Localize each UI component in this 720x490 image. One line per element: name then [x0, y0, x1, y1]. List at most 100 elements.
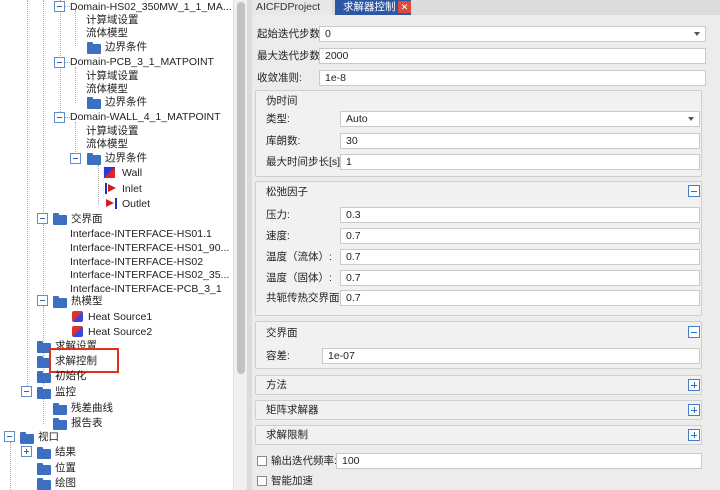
tree-item-interface-3[interactable]: Interface-INTERFACE-HS02 — [70, 255, 203, 269]
velocity-label: 速度: — [266, 230, 290, 242]
max-iter-label: 最大迭代步数: — [257, 50, 323, 62]
collapse-toggle-domain-pcb[interactable] — [54, 57, 65, 68]
tree-item-domain-wall[interactable]: Domain-WALL_4_1_MATPOINT — [70, 110, 221, 124]
tree-item-plot[interactable]: 绘图 — [55, 476, 76, 490]
max-iter-input[interactable]: 2000 — [319, 48, 706, 64]
velocity-input[interactable]: 0.7 — [340, 228, 700, 244]
max-step-input[interactable]: 1 — [340, 154, 700, 170]
expand-solve-limits-icon[interactable] — [688, 429, 700, 441]
collapse-toggle-domain-wall[interactable] — [54, 112, 65, 123]
pressure-input[interactable]: 0.3 — [340, 207, 700, 223]
project-tree: Domain-HS02_350MW_1_1_MA... 流体模型 计算域设置 边… — [0, 0, 232, 490]
close-tab-icon[interactable]: ✕ — [398, 1, 411, 13]
tree-item-interface-1[interactable]: Interface-INTERFACE-HS01.1 — [70, 227, 212, 241]
tree-item-position[interactable]: 位置 — [55, 461, 76, 475]
temp-solid-input[interactable]: 0.7 — [340, 270, 700, 286]
chevron-down-icon — [688, 117, 694, 121]
tree-item-outlet[interactable]: Outlet — [122, 197, 150, 211]
heat-source-icon — [72, 326, 83, 337]
tree-item-calc-domain-pcb[interactable]: 计算域设置 — [86, 69, 139, 83]
tree-item-domain-pcb[interactable]: Domain-PCB_3_1_MATPOINT — [70, 55, 214, 69]
solve-limits-group[interactable]: 求解限制 — [255, 425, 702, 445]
expand-matrix-solver-icon[interactable] — [688, 404, 700, 416]
tree-item-heat-source-1[interactable]: Heat Source1 — [88, 310, 152, 324]
collapse-toggle-view[interactable] — [4, 431, 15, 442]
tree-item-thermal-model[interactable]: 热模型 — [71, 294, 103, 308]
start-iter-value: 0 — [325, 28, 331, 40]
tree-item-interface-2[interactable]: Interface-INTERFACE-HS01_90... — [70, 241, 229, 255]
pseudo-time-group: 伪时间 类型: Auto 库朗数: 30 最大时间步长[s]: 1 — [255, 90, 702, 177]
cht-input[interactable]: 0.7 — [340, 290, 700, 306]
convergence-input[interactable]: 1e-8 — [319, 70, 706, 86]
temp-fluid-input[interactable]: 0.7 — [340, 249, 700, 265]
tree-item-calc-domain-wall[interactable]: 计算域设置 — [86, 124, 139, 138]
solver-control-panel: 起始迭代步数: 0 最大迭代步数: 2000 收敛准则: 1e-8 伪时间 类型… — [252, 15, 720, 490]
matrix-solver-group[interactable]: 矩阵求解器 — [255, 400, 702, 420]
wall-bc-icon — [104, 167, 115, 178]
solve-limits-title: 求解限制 — [266, 429, 308, 441]
expand-method-icon[interactable] — [688, 379, 700, 391]
start-iter-select[interactable]: 0 — [319, 26, 706, 42]
max-step-label: 最大时间步长[s]: — [266, 156, 344, 168]
cht-label: 共轭传热交界面: — [266, 292, 343, 304]
interface-title: 交界面 — [266, 327, 298, 339]
folder-icon — [53, 296, 67, 308]
folder-icon — [53, 403, 67, 415]
tree-item-calc-domain-hs02[interactable]: 计算域设置 — [86, 13, 139, 27]
tab-bar: AICFDProject 求解器控制 ✕ — [252, 0, 720, 15]
tree-item-fluid-model-hs02[interactable]: 流体模型 — [86, 26, 128, 40]
tree-item-fluid-model-pcb[interactable]: 流体模型 — [86, 82, 128, 96]
output-freq-checkbox[interactable] — [257, 456, 267, 466]
tree-scroll-thumb[interactable] — [237, 2, 245, 374]
smart-accel-checkbox[interactable] — [257, 476, 267, 486]
collapse-toggle-thermal-model[interactable] — [37, 295, 48, 306]
collapse-toggle-boundary-wall[interactable] — [70, 153, 81, 164]
tree-item-view[interactable]: 视口 — [38, 430, 59, 444]
folder-icon — [37, 478, 51, 490]
collapse-toggle-domain-hs02[interactable] — [54, 1, 65, 12]
tree-scrollbar[interactable] — [233, 0, 247, 490]
tree-item-initialize[interactable]: 初始化 — [55, 369, 87, 383]
tree-item-boundary-wall[interactable]: 边界条件 — [105, 151, 147, 165]
relaxation-title: 松弛因子 — [266, 186, 308, 198]
folder-icon — [37, 387, 51, 399]
output-freq-input[interactable]: 100 — [336, 453, 702, 469]
tree-item-domain-hs02[interactable]: Domain-HS02_350MW_1_1_MA... — [70, 0, 232, 14]
temp-fluid-label: 温度（流体）: — [266, 251, 332, 263]
tolerance-label: 容差: — [266, 350, 290, 362]
courant-input[interactable]: 30 — [340, 133, 700, 149]
tree-item-boundary-hs02[interactable]: 边界条件 — [105, 40, 147, 54]
courant-label: 库朗数: — [266, 135, 301, 147]
tree-item-monitor[interactable]: 监控 — [55, 385, 76, 399]
smart-accel-label: 智能加速 — [271, 475, 313, 487]
collapse-toggle-interface[interactable] — [37, 213, 48, 224]
tree-item-interface[interactable]: 交界面 — [71, 212, 103, 226]
tree-item-boundary-pcb[interactable]: 边界条件 — [105, 95, 147, 109]
tree-item-wall[interactable]: Wall — [122, 166, 142, 180]
start-iter-label: 起始迭代步数: — [257, 28, 323, 40]
method-group[interactable]: 方法 — [255, 375, 702, 395]
tab-aicfd-project[interactable]: AICFDProject — [252, 0, 332, 15]
tree-item-heat-source-2[interactable]: Heat Source2 — [88, 325, 152, 339]
collapse-interface-icon[interactable] — [688, 326, 700, 338]
form-scrollbar[interactable] — [707, 17, 720, 490]
expand-toggle-results[interactable] — [21, 446, 32, 457]
tolerance-input[interactable]: 1e-07 — [322, 348, 700, 364]
outlet-bc-icon — [105, 198, 117, 209]
folder-icon — [53, 418, 67, 430]
tree-item-results[interactable]: 结果 — [55, 445, 76, 459]
tree-item-residual[interactable]: 残差曲线 — [71, 401, 113, 415]
tree-item-inlet[interactable]: Inlet — [122, 182, 142, 196]
tree-item-fluid-model-wall[interactable]: 流体模型 — [86, 137, 128, 151]
folder-icon — [37, 371, 51, 383]
pressure-label: 压力: — [266, 209, 290, 221]
collapse-relaxation-icon[interactable] — [688, 185, 700, 197]
folder-icon — [87, 153, 101, 165]
convergence-label: 收敛准则: — [257, 72, 302, 84]
heat-source-icon — [72, 311, 83, 322]
tree-item-interface-4[interactable]: Interface-INTERFACE-HS02_35... — [70, 268, 229, 282]
pseudo-type-select[interactable]: Auto — [340, 111, 700, 127]
tree-item-report[interactable]: 报告表 — [71, 416, 103, 430]
collapse-toggle-monitor[interactable] — [21, 386, 32, 397]
inlet-bc-icon — [105, 183, 117, 194]
